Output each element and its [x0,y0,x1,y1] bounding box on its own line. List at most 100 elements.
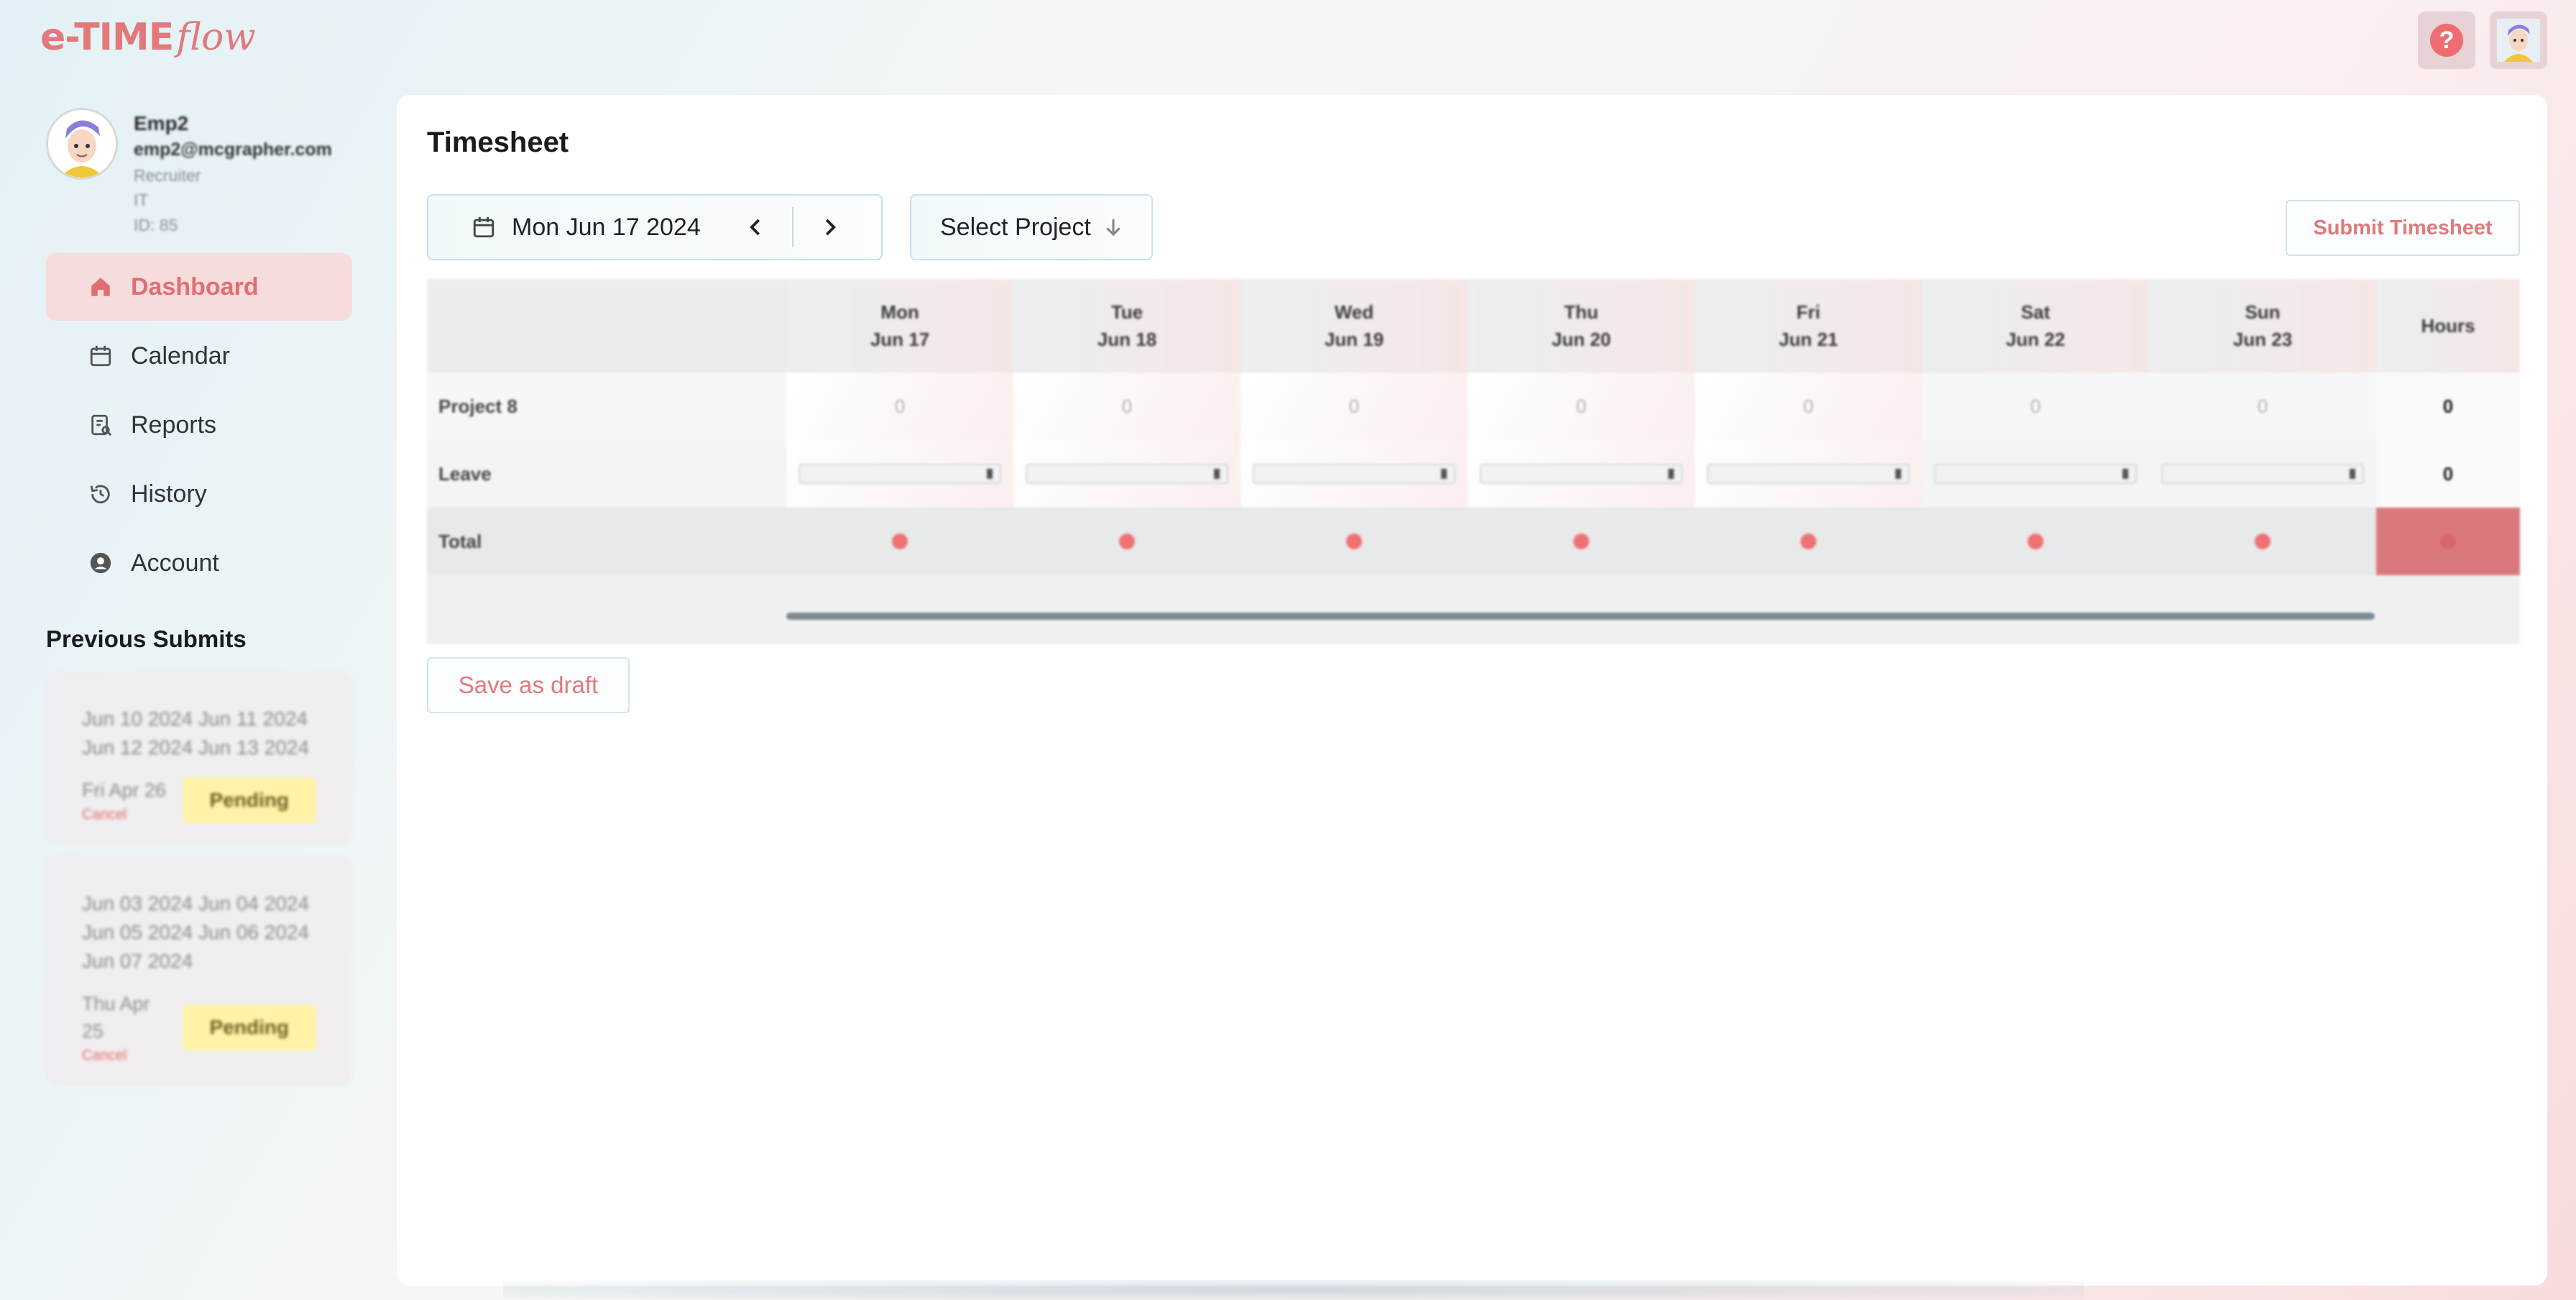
reports-icon [88,412,114,438]
leave-select[interactable] [799,464,1001,484]
previous-week-button[interactable] [720,206,792,249]
save-draft-button[interactable]: Save as draft [427,657,630,713]
row-label: Leave [438,462,492,485]
arrow-down-icon [1105,219,1121,237]
hours-input-cell[interactable]: 0 [1922,372,2149,440]
day-date: Jun 21 [1778,329,1839,350]
main-panel: Timesheet Mon Jun 17 2024 Select Project… [397,95,2547,1286]
table-row: Total [427,508,2520,575]
sidebar-item-account[interactable]: Account [46,529,352,597]
status-badge: Pending [182,777,316,823]
profile-name: Emp2 [134,112,189,134]
chevron-right-icon [825,219,836,236]
table-header: Mon Jun 17 Tue Jun 18 Wed Jun 19 Thu Jun 20 Fri J… [427,279,2520,372]
sidebar-item-history[interactable]: History [46,460,352,528]
day-name: Thu [1564,301,1598,323]
leave-select-cell[interactable] [1241,440,1468,508]
user-avatar-icon [48,110,116,178]
day-total-cell [1922,508,2149,575]
user-avatar-icon [2497,19,2540,62]
day-date: Jun 22 [2005,329,2066,350]
day-name: Sun [2245,301,2281,323]
user-menu-button[interactable] [2490,12,2547,69]
leave-select[interactable] [1253,464,1455,484]
cancel-link[interactable]: Cancel [82,1048,168,1064]
day-total-value [1573,534,1589,549]
previous-submit-card[interactable]: Jun 03 2024 Jun 04 2024 Jun 05 2024 Jun … [46,856,352,1086]
day-column-header: Mon Jun 17 [786,279,1013,372]
help-button[interactable]: ? [2418,12,2475,69]
day-date: Jun 20 [1551,329,1611,350]
topbar-actions: ? [2418,12,2547,69]
hours-input-cell[interactable]: 0 [1695,372,1922,440]
leave-select-cell[interactable] [786,440,1013,508]
day-total-value [1119,534,1135,549]
day-total-value [2028,534,2043,549]
account-icon [88,550,114,576]
scroll-shadow [503,1280,2084,1300]
grand-total-value [2440,534,2456,549]
current-date[interactable]: Mon Jun 17 2024 [512,214,720,242]
logo-text: e-TIME [40,16,174,59]
sidebar-item-label: History [131,480,207,508]
profile-role: Recruiter [134,166,201,185]
leave-select-cell[interactable] [1695,440,1922,508]
day-total-value [1800,534,1816,549]
day-total-cell [1013,508,1241,575]
day-date: Jun 19 [1324,329,1384,350]
hours-input-cell[interactable]: 0 [1468,372,1695,440]
user-profile: Emp2 emp2@mcgrapher.com Recruiter IT ID:… [46,108,352,234]
day-name: Fri [1796,301,1821,323]
cancel-link[interactable]: Cancel [82,807,166,823]
leave-select-cell[interactable] [1468,440,1695,508]
day-column-header: Sat Jun 22 [1922,279,2149,372]
day-total-value [1346,534,1362,549]
submit-timesheet-button[interactable]: Submit Timesheet [2286,200,2520,256]
horizontal-scrollbar[interactable] [786,613,2375,620]
day-total-value [2255,534,2271,549]
previous-submit-card[interactable]: Jun 10 2024 Jun 11 2024 Jun 12 2024 Jun … [46,672,352,846]
page-title: Timesheet [427,127,569,158]
day-column-header: Sun Jun 23 [2149,279,2376,372]
row-label: Project 8 [438,395,518,417]
submit-dates: Jun 10 2024 Jun 11 2024 Jun 12 2024 Jun … [82,708,310,759]
calendar-icon [88,343,114,369]
grand-total-cell [2376,508,2520,575]
leave-select[interactable] [2161,464,2364,484]
sidebar-item-reports[interactable]: Reports [46,391,352,459]
chevron-left-icon [750,219,760,236]
avatar[interactable] [46,108,118,180]
sidebar-item-dashboard[interactable]: Dashboard [46,253,352,321]
app-logo[interactable]: e-TIME flow [40,16,256,59]
next-week-button[interactable] [794,206,865,249]
day-total-cell [786,508,1013,575]
profile-id: ID: 85 [134,215,178,234]
logo-script: flow [176,16,256,59]
leave-select[interactable] [1026,464,1228,484]
sidebar-item-label: Dashboard [131,273,259,301]
leave-select-cell[interactable] [2149,440,2376,508]
timesheet-table: Mon Jun 17 Tue Jun 18 Wed Jun 19 Thu Jun 20 Fri J… [427,279,2520,644]
submit-dates: Jun 03 2024 Jun 04 2024 Jun 05 2024 Jun … [82,892,310,973]
leave-select[interactable] [1707,464,1910,484]
hours-input-cell[interactable]: 0 [1013,372,1241,440]
day-date: Jun 17 [870,329,930,350]
leave-select-cell[interactable] [1922,440,2149,508]
day-name: Tue [1110,301,1144,323]
day-column-header: Fri Jun 21 [1695,279,1922,372]
day-name: Mon [880,301,919,323]
sidebar-item-label: Calendar [131,342,230,370]
home-icon [88,274,114,300]
row-hours-cell: 0 [2376,440,2520,508]
profile-email: emp2@mcgrapher.com [134,139,332,160]
leave-select[interactable] [1480,464,1683,484]
project-select-label: Select Project [940,213,1091,241]
hours-input-cell[interactable]: 0 [2149,372,2376,440]
leave-select[interactable] [1934,464,2137,484]
hours-input-cell[interactable]: 0 [786,372,1013,440]
leave-select-cell[interactable] [1013,440,1241,508]
project-select[interactable]: Select Project [910,194,1153,260]
day-total-cell [1468,508,1695,575]
sidebar-item-calendar[interactable]: Calendar [46,322,352,390]
hours-input-cell[interactable]: 0 [1241,372,1468,440]
